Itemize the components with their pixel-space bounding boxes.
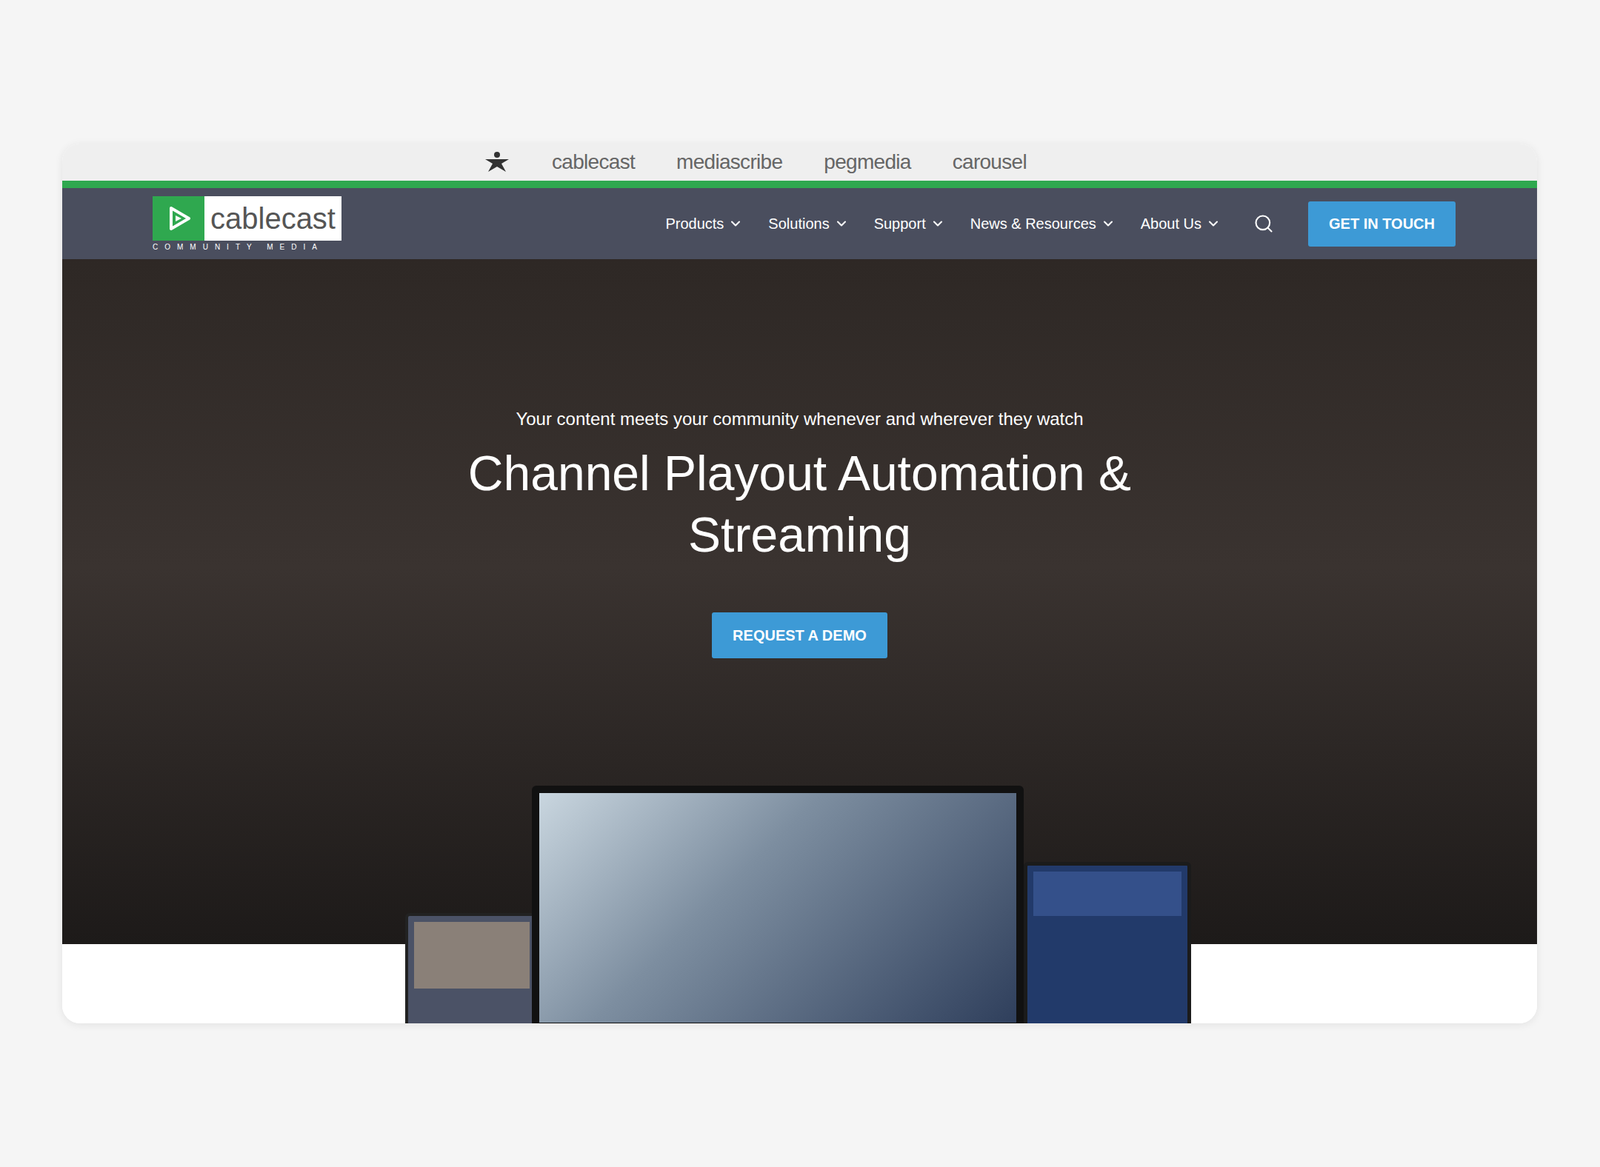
green-rule bbox=[62, 180, 1538, 189]
brand-link[interactable]: mediascribe bbox=[676, 151, 783, 173]
nav-item[interactable]: About Us bbox=[1140, 212, 1221, 235]
nav-item[interactable]: Products bbox=[665, 212, 743, 235]
get-in-touch-button[interactable]: GET IN TOUCH bbox=[1308, 201, 1456, 247]
nav-item[interactable]: Support bbox=[874, 212, 946, 235]
brand-bar: cablecast mediascribe pegmedia carousel bbox=[62, 143, 1538, 181]
page: cablecastmediascribepegmediacarouselcabl… bbox=[0, 0, 1600, 1167]
site-logo[interactable]: cablecast COMMUNITY MEDIA bbox=[152, 196, 342, 252]
request-demo-button[interactable]: REQUEST A DEMO bbox=[711, 612, 888, 659]
brand-link[interactable]: pegmedia bbox=[823, 151, 911, 173]
logo-tagline: COMMUNITY MEDIA bbox=[152, 243, 342, 252]
website-card: cablecastmediascribepegmediacarouselcabl… bbox=[62, 143, 1538, 1024]
brand-link[interactable]: carousel bbox=[952, 151, 1027, 173]
nav-item[interactable]: Solutions bbox=[768, 212, 849, 235]
hero-subtitle: Your content meets your community whenev… bbox=[515, 405, 1083, 433]
brand-link[interactable]: cablecast bbox=[551, 151, 635, 173]
main-nav: Products Solutions Support News & Resources… bbox=[665, 201, 1456, 247]
logo-name: cablecast bbox=[204, 196, 342, 241]
search-icon[interactable] bbox=[1253, 213, 1275, 235]
hero-title: Channel Playout Automation & Streaming bbox=[400, 442, 1200, 566]
chevron-down-icon bbox=[728, 216, 743, 232]
chevron-down-icon bbox=[930, 216, 946, 232]
star-logo-icon[interactable] bbox=[483, 151, 511, 174]
device-tablet-left bbox=[405, 913, 539, 1024]
nav-bar: cablecast COMMUNITY MEDIA Products Solution… bbox=[62, 188, 1538, 260]
chevron-down-icon bbox=[834, 216, 849, 232]
nav-item[interactable]: News & Resources bbox=[970, 212, 1116, 235]
monitor-screen bbox=[539, 793, 1017, 1023]
chevron-down-icon bbox=[1100, 216, 1116, 232]
device-laptop-right bbox=[1023, 862, 1192, 1024]
logo-mark bbox=[152, 196, 205, 241]
play-icon bbox=[163, 203, 194, 234]
chevron-down-icon bbox=[1205, 216, 1221, 232]
device-monitor bbox=[531, 785, 1024, 1024]
